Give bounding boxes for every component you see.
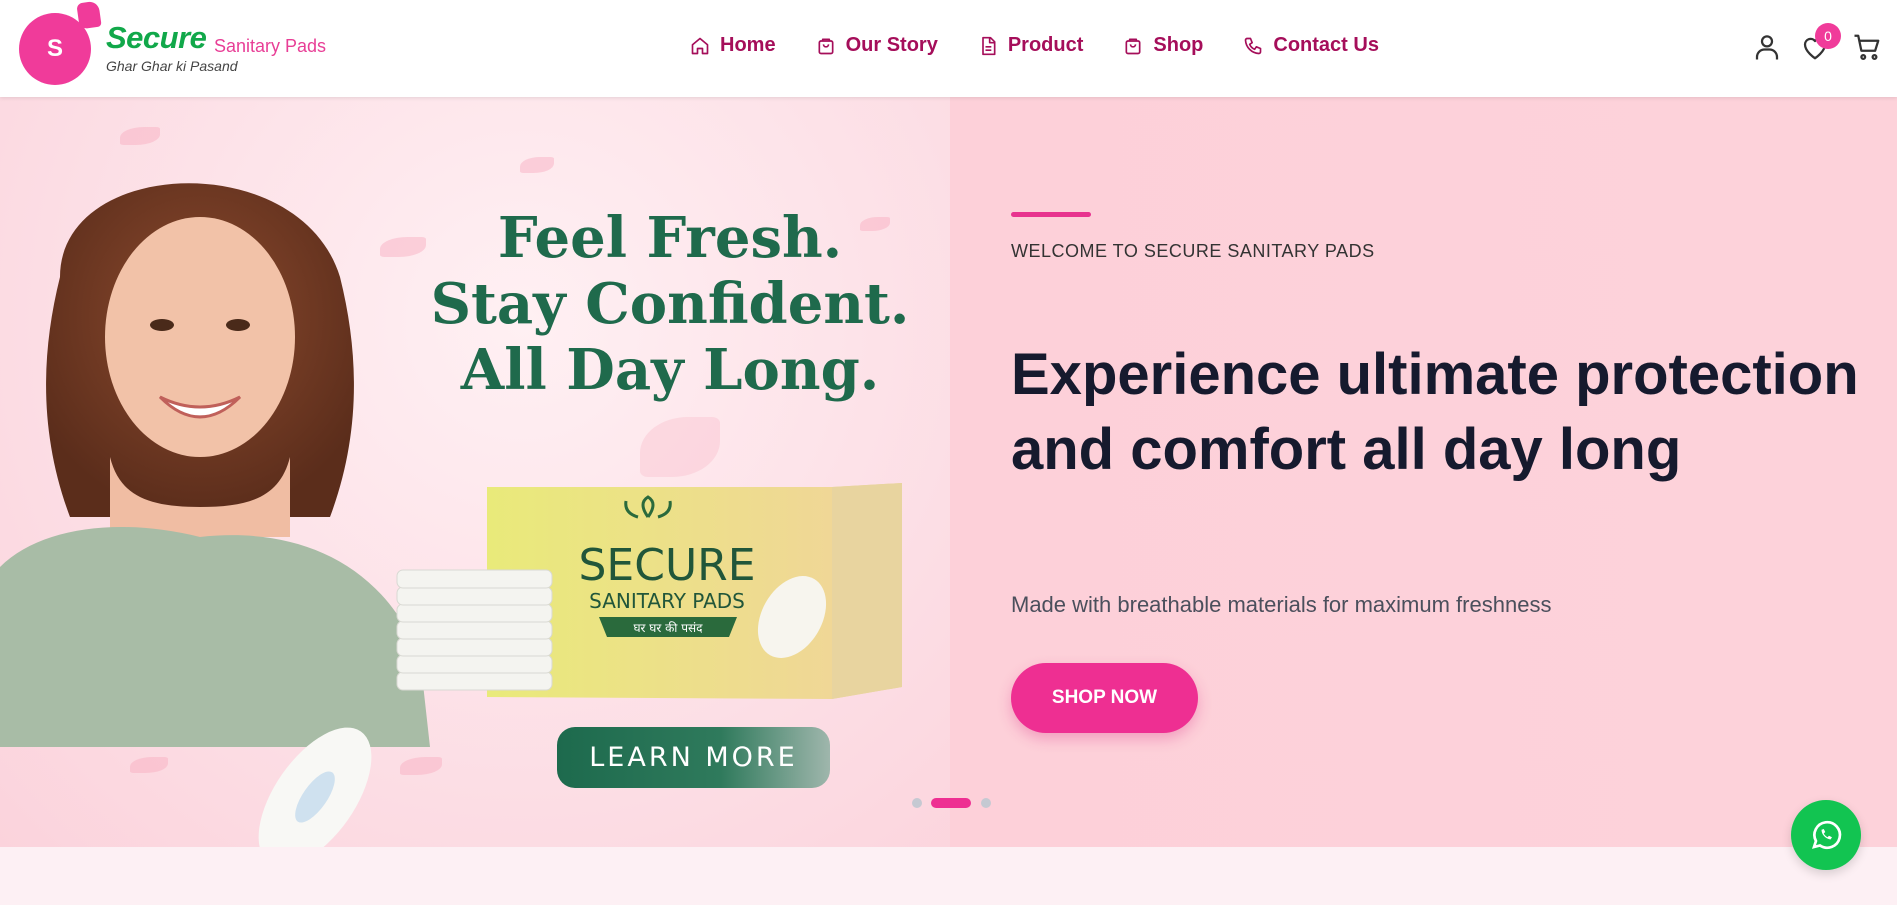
bag-icon [1125, 38, 1141, 54]
brand-tagline: Ghar Ghar ki Pasand [106, 58, 238, 74]
petal-decoration [640, 417, 720, 477]
nav-contact-us[interactable]: Contact Us [1243, 34, 1379, 57]
nav-home-label: Home [720, 34, 776, 56]
woman-image [0, 183, 430, 747]
logo-badge[interactable]: S [19, 13, 91, 85]
hero-artwork: Feel Fresh. Stay Confident. All Day Long… [0, 97, 950, 847]
product-box-tag: घर घर की पसंद [633, 621, 703, 635]
product-box-brand: SECURE [578, 540, 755, 591]
nav-contact-us-label: Contact Us [1273, 34, 1379, 56]
wishlist-count-badge: 0 [1815, 23, 1841, 49]
phone-icon [1245, 37, 1262, 54]
brand-subtitle: Sanitary Pads [214, 36, 327, 56]
slide-dot-2[interactable] [931, 798, 971, 808]
main-nav: Home Our Story Product Shop Contact Us [690, 34, 1379, 57]
hero-title: Experience ultimate protection and comfo… [1011, 342, 1859, 482]
art-headline-line: All Day Long. [460, 337, 880, 403]
slide-dot-1[interactable] [912, 798, 922, 808]
art-headline-line: Stay Confident. [430, 271, 910, 337]
user-icon[interactable] [1752, 32, 1782, 62]
product-box-line: SANITARY PADS [589, 589, 745, 613]
hero-banner: Feel Fresh. Stay Confident. All Day Long… [0, 97, 1897, 847]
nav-our-story[interactable]: Our Story [816, 34, 938, 57]
nav-home[interactable]: Home [690, 34, 776, 57]
petal-decoration [520, 157, 554, 173]
nav-our-story-label: Our Story [845, 34, 938, 56]
petal-decoration [130, 757, 168, 773]
hero-description: Made with breathable materials for maxim… [1011, 592, 1552, 617]
brand-name[interactable]: Secure [106, 20, 207, 56]
cart-icon[interactable] [1852, 32, 1882, 62]
art-headline-line: Feel Fresh. [497, 205, 843, 271]
slide-dot-3[interactable] [981, 798, 991, 808]
bag-icon [818, 38, 834, 54]
site-header: S Secure Sanitary Pads Ghar Ghar ki Pasa… [0, 0, 1897, 97]
shop-now-button[interactable]: SHOP NOW [1011, 663, 1198, 733]
document-icon [981, 36, 996, 55]
whatsapp-button[interactable] [1791, 800, 1861, 870]
home-icon [691, 37, 709, 54]
nav-shop[interactable]: Shop [1123, 34, 1203, 57]
art-headline: Feel Fresh. Stay Confident. All Day Long… [420, 205, 920, 403]
whatsapp-icon [1811, 820, 1842, 850]
nav-shop-label: Shop [1153, 34, 1204, 56]
learn-more-button[interactable]: LEARN MORE [557, 727, 830, 788]
nav-product-label: Product [1007, 34, 1084, 56]
sanitary-pad-image [258, 727, 372, 847]
logo-letter: S [46, 35, 63, 62]
welcome-text: WELCOME TO SECURE SANITARY PADS [1011, 241, 1375, 261]
nav-product[interactable]: Product [978, 34, 1084, 57]
accent-line [1011, 212, 1091, 217]
